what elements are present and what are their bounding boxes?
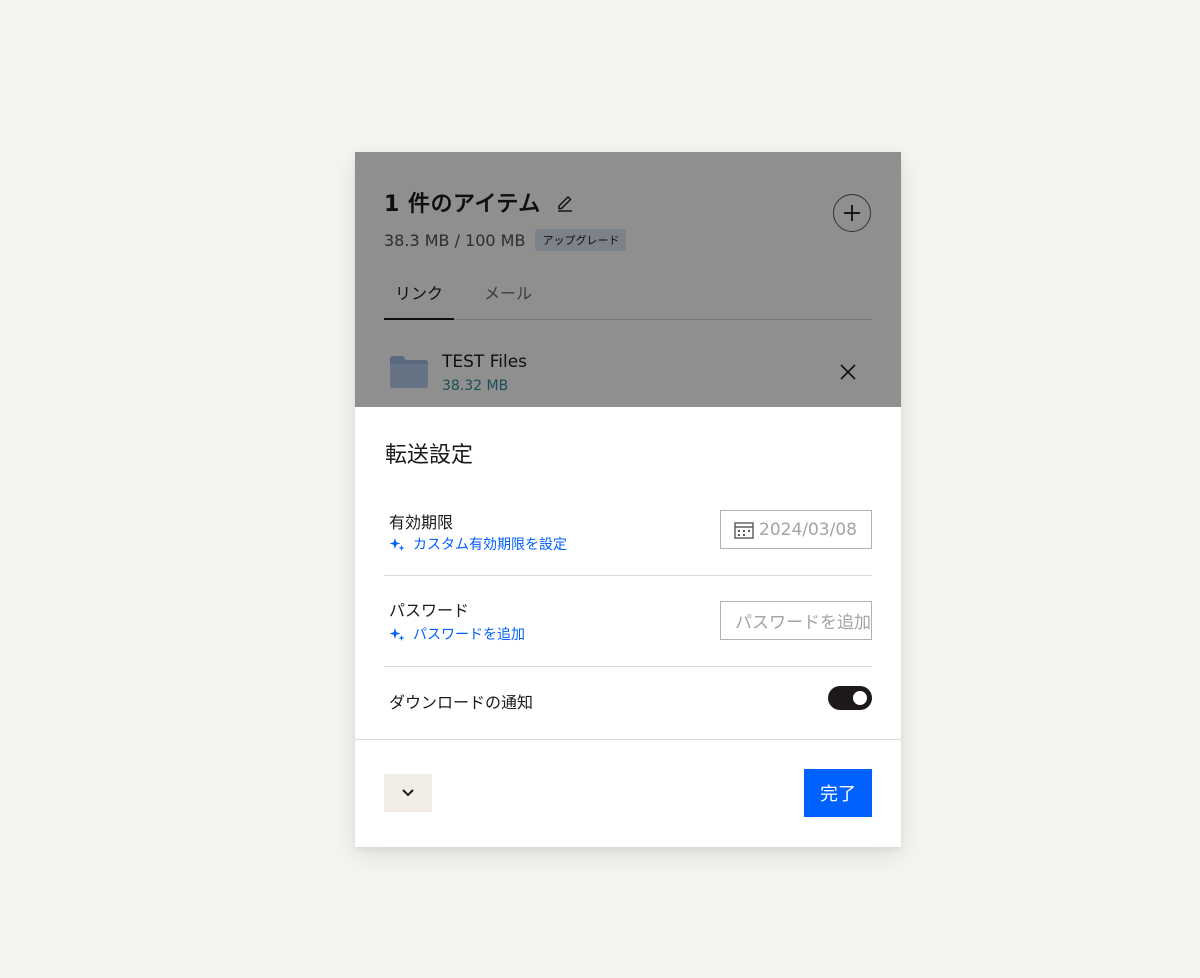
sparkle-icon bbox=[389, 628, 405, 641]
close-icon[interactable] bbox=[838, 362, 858, 382]
sparkle-icon bbox=[389, 538, 405, 551]
add-password-link-label: パスワードを追加 bbox=[413, 627, 525, 643]
tab-active-indicator bbox=[384, 318, 454, 320]
download-notify-setting: ダウンロードの通知 bbox=[384, 666, 872, 736]
download-notify-toggle[interactable] bbox=[828, 686, 872, 710]
custom-expiry-link-label: カスタム有効期限を設定 bbox=[413, 537, 567, 553]
file-size: 38.32 MB bbox=[442, 378, 509, 394]
toggle-knob bbox=[853, 691, 867, 705]
password-field[interactable]: パスワードを追加 bbox=[720, 601, 872, 640]
add-password-link[interactable]: パスワードを追加 bbox=[389, 624, 525, 644]
expiry-date-value: 2024/03/08 bbox=[759, 519, 857, 540]
password-placeholder: パスワードを追加 bbox=[735, 613, 871, 633]
expiry-label: 有効期限 bbox=[389, 513, 454, 532]
footer-divider bbox=[355, 739, 901, 740]
collapse-button[interactable] bbox=[384, 774, 432, 812]
transfer-panel: 1 件のアイテム 38.3 MB / 100 MB アップグレード リンク メー… bbox=[355, 152, 901, 847]
upgrade-badge[interactable]: アップグレード bbox=[535, 229, 627, 251]
password-label: パスワード bbox=[389, 601, 470, 620]
expiry-setting: 有効期限 カスタム有効期限を設定 2024/03/08 bbox=[384, 492, 872, 576]
tab-bar: リンク メール bbox=[384, 274, 872, 320]
title-row: 1 件のアイテム bbox=[384, 186, 575, 218]
folder-icon bbox=[390, 356, 428, 388]
add-item-button[interactable] bbox=[833, 194, 871, 232]
password-setting: パスワード パスワードを追加 パスワードを追加 bbox=[384, 575, 872, 667]
download-notify-label: ダウンロードの通知 bbox=[389, 693, 534, 712]
file-item: TEST Files 38.32 MB bbox=[390, 352, 870, 402]
done-button[interactable]: 完了 bbox=[804, 769, 872, 817]
tab-link[interactable]: リンク bbox=[395, 280, 443, 304]
custom-expiry-link[interactable]: カスタム有効期限を設定 bbox=[389, 534, 567, 554]
pencil-icon[interactable] bbox=[555, 192, 575, 212]
page-title: 1 件のアイテム bbox=[384, 192, 541, 217]
usage-row: 38.3 MB / 100 MB アップグレード bbox=[384, 229, 627, 251]
transfer-settings-sheet: 転送設定 有効期限 カスタム有効期限を設定 2024/03/08 パスワード パ… bbox=[355, 407, 901, 847]
storage-usage: 38.3 MB / 100 MB bbox=[384, 230, 526, 250]
plus-icon bbox=[844, 205, 860, 221]
transfer-header: 1 件のアイテム 38.3 MB / 100 MB アップグレード リンク メー… bbox=[355, 152, 901, 407]
settings-title: 転送設定 bbox=[385, 443, 474, 468]
expiry-date-field[interactable]: 2024/03/08 bbox=[720, 510, 872, 549]
file-name: TEST Files bbox=[442, 352, 528, 372]
tab-email[interactable]: メール bbox=[484, 280, 532, 304]
chevron-down-icon bbox=[402, 789, 414, 797]
calendar-icon bbox=[734, 521, 754, 539]
